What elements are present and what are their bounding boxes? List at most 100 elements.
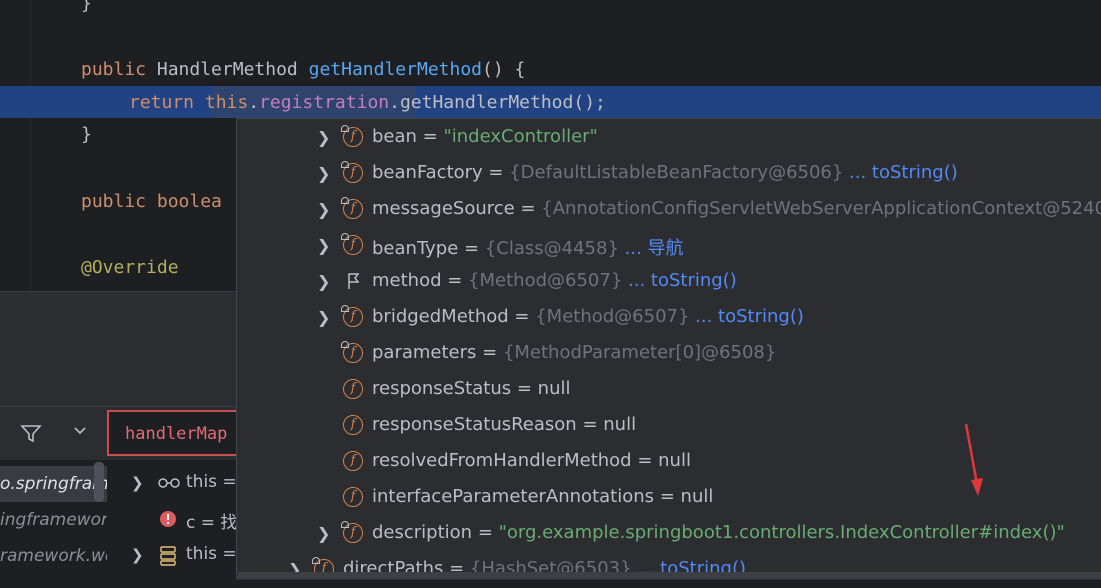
chevron-right-icon[interactable]: ❯ bbox=[131, 546, 144, 564]
value-action-link[interactable]: ... toString() bbox=[689, 306, 804, 327]
variable-row[interactable]: ❯ this = bbox=[107, 538, 240, 574]
chevron-right-icon[interactable]: ❯ bbox=[317, 200, 330, 219]
equals-sign: = bbox=[458, 238, 485, 259]
frames-scrollbar[interactable] bbox=[94, 462, 104, 502]
chevron-right-icon[interactable]: ❯ bbox=[317, 128, 330, 147]
field-text: resolvedFromHandlerMethod = null bbox=[372, 450, 691, 471]
equals-sign: = bbox=[416, 126, 444, 147]
popup-field-row[interactable]: ❯ f bridgedMethod = {Method@6507} ... toSt… bbox=[237, 300, 1101, 336]
variable-label: this = bbox=[186, 472, 237, 492]
field-locked-icon: f bbox=[341, 197, 365, 221]
equals-sign: = bbox=[472, 522, 499, 543]
popup-field-row[interactable]: ❯ f messageSource = {AnnotationConfigServl… bbox=[237, 192, 1101, 228]
field-icon: f bbox=[343, 487, 365, 509]
field-name: responseStatus bbox=[372, 378, 512, 399]
field-value: {MethodParameter[0]@6508} bbox=[502, 342, 777, 363]
variable-label: this = bbox=[186, 544, 237, 564]
list-icon bbox=[160, 546, 176, 570]
field-name: bridgedMethod bbox=[372, 306, 509, 327]
value-action-link[interactable]: ... 导航 bbox=[619, 238, 684, 259]
field-icon: f bbox=[343, 415, 365, 437]
popup-field-row[interactable]: ❯ f directPaths = {HashSet@6503} ... toStr… bbox=[237, 552, 1101, 588]
chevron-right-icon[interactable]: ❯ bbox=[317, 524, 330, 543]
chevron-down-icon[interactable] bbox=[72, 422, 88, 442]
popup-field-row[interactable]: ❯ method = {Method@6507} ... toString() bbox=[237, 264, 1101, 300]
field-text: responseStatus = null bbox=[372, 378, 570, 399]
value-action-link[interactable]: ... toString() bbox=[622, 270, 737, 291]
chevron-right-icon[interactable]: ❯ bbox=[317, 236, 330, 255]
popup-field-row[interactable]: ❯ f bean = "indexController" bbox=[237, 120, 1101, 156]
popup-field-row[interactable]: ❯ f beanType = {Class@4458} ... 导航 bbox=[237, 228, 1101, 264]
field-value: "indexController" bbox=[443, 126, 598, 147]
field-value: {Class@4458} bbox=[484, 238, 619, 259]
chevron-right-icon[interactable]: ❯ bbox=[317, 308, 330, 327]
frame-item[interactable]: o.springframe bbox=[0, 466, 107, 502]
field-locked-icon: f bbox=[341, 521, 365, 545]
frame-item[interactable]: ingframewor bbox=[0, 502, 107, 538]
code-line-method-signature: public HandlerMethod getHandlerMethod() … bbox=[81, 59, 526, 80]
field-name: messageSource bbox=[372, 198, 515, 219]
glasses-icon bbox=[157, 474, 181, 493]
popup-field-row[interactable]: ❯ f beanFactory = {DefaultListableBeanFact… bbox=[237, 156, 1101, 192]
gutter-divider bbox=[30, 0, 31, 290]
field-name: resolvedFromHandlerMethod bbox=[372, 450, 632, 471]
field-text: interfaceParameterAnnotations = null bbox=[372, 486, 713, 507]
chevron-right-icon[interactable]: ❯ bbox=[317, 272, 330, 291]
field-name: method bbox=[372, 270, 442, 291]
field-locked-icon: f bbox=[341, 341, 365, 365]
field-value: null bbox=[680, 486, 714, 507]
equals-sign: = bbox=[441, 270, 469, 291]
evaluate-expression-input[interactable]: handlerMap bbox=[107, 410, 240, 456]
field-text: bridgedMethod = {Method@6507} ... toStri… bbox=[372, 306, 804, 327]
code-line-brace-close: } bbox=[81, 124, 92, 145]
frames-list[interactable]: o.springframe ingframewor ramework.we bbox=[0, 460, 107, 579]
popup-field-row[interactable]: f responseStatus = null bbox=[237, 372, 1101, 408]
field-name: interfaceParameterAnnotations bbox=[372, 486, 655, 507]
chevron-right-icon[interactable]: ❯ bbox=[317, 164, 330, 183]
variable-row[interactable]: ❯ this = bbox=[107, 466, 240, 502]
field-locked-icon: f bbox=[341, 233, 365, 257]
popup-field-row[interactable]: f parameters = {MethodParameter[0]@6508} bbox=[237, 336, 1101, 372]
toolbar-divider bbox=[0, 406, 240, 407]
variables-list[interactable]: ❯ this = c = 找 ❯ this = bbox=[107, 460, 240, 579]
field-locked-icon: f bbox=[341, 161, 365, 185]
code-line-public-boolean: public boolea bbox=[81, 191, 222, 212]
field-text: messageSource = {AnnotationConfigServlet… bbox=[372, 198, 1101, 219]
field-name: beanFactory bbox=[372, 162, 483, 183]
code-line-override: @Override bbox=[81, 257, 179, 278]
field-value: null bbox=[658, 450, 691, 471]
value-action-link[interactable]: ... toString() bbox=[843, 162, 958, 183]
field-name: responseStatusReason bbox=[372, 414, 577, 435]
field-name: description bbox=[372, 522, 473, 543]
field-value: "org.example.springboot1.controllers.Ind… bbox=[498, 522, 1065, 543]
frame-item[interactable]: ramework.we bbox=[0, 538, 107, 574]
field-name: beanType bbox=[372, 238, 459, 259]
filter-icon[interactable] bbox=[20, 424, 42, 444]
flag-icon bbox=[343, 271, 365, 293]
field-text: beanFactory = {DefaultListableBeanFactor… bbox=[372, 162, 958, 183]
chevron-right-icon[interactable]: ❯ bbox=[131, 474, 144, 492]
variable-row[interactable]: c = 找 bbox=[107, 502, 240, 538]
equals-sign: = bbox=[631, 450, 659, 471]
debug-value-popup[interactable]: ❯ f bean = "indexController" ❯ f beanFactory … bbox=[236, 118, 1101, 580]
equals-sign: = bbox=[508, 306, 536, 327]
field-text: description = "org.example.springboot1.c… bbox=[372, 522, 1065, 543]
field-value: {AnnotationConfigServletWebServerApplica… bbox=[541, 198, 1101, 219]
error-icon bbox=[159, 510, 177, 532]
popup-field-row[interactable]: ❯ f description = "org.example.springboot1… bbox=[237, 516, 1101, 552]
code-line-return: return this.registration.getHandlerMetho… bbox=[129, 92, 606, 113]
popup-horizontal-scrollbar[interactable] bbox=[238, 572, 1101, 579]
equals-sign: = bbox=[514, 198, 542, 219]
field-icon: f bbox=[343, 451, 365, 473]
equals-sign: = bbox=[576, 414, 604, 435]
field-locked-icon: f bbox=[341, 305, 365, 329]
field-text: bean = "indexController" bbox=[372, 126, 598, 147]
field-value: {DefaultListableBeanFactory@6506} bbox=[509, 162, 844, 183]
equals-sign: = bbox=[482, 162, 510, 183]
field-icon: f bbox=[343, 379, 365, 401]
red-arrow-annotation bbox=[964, 423, 983, 496]
equals-sign: = bbox=[654, 486, 681, 507]
code-line-brace-top: } bbox=[81, 0, 92, 14]
field-text: responseStatusReason = null bbox=[372, 414, 636, 435]
equals-sign: = bbox=[511, 378, 538, 399]
